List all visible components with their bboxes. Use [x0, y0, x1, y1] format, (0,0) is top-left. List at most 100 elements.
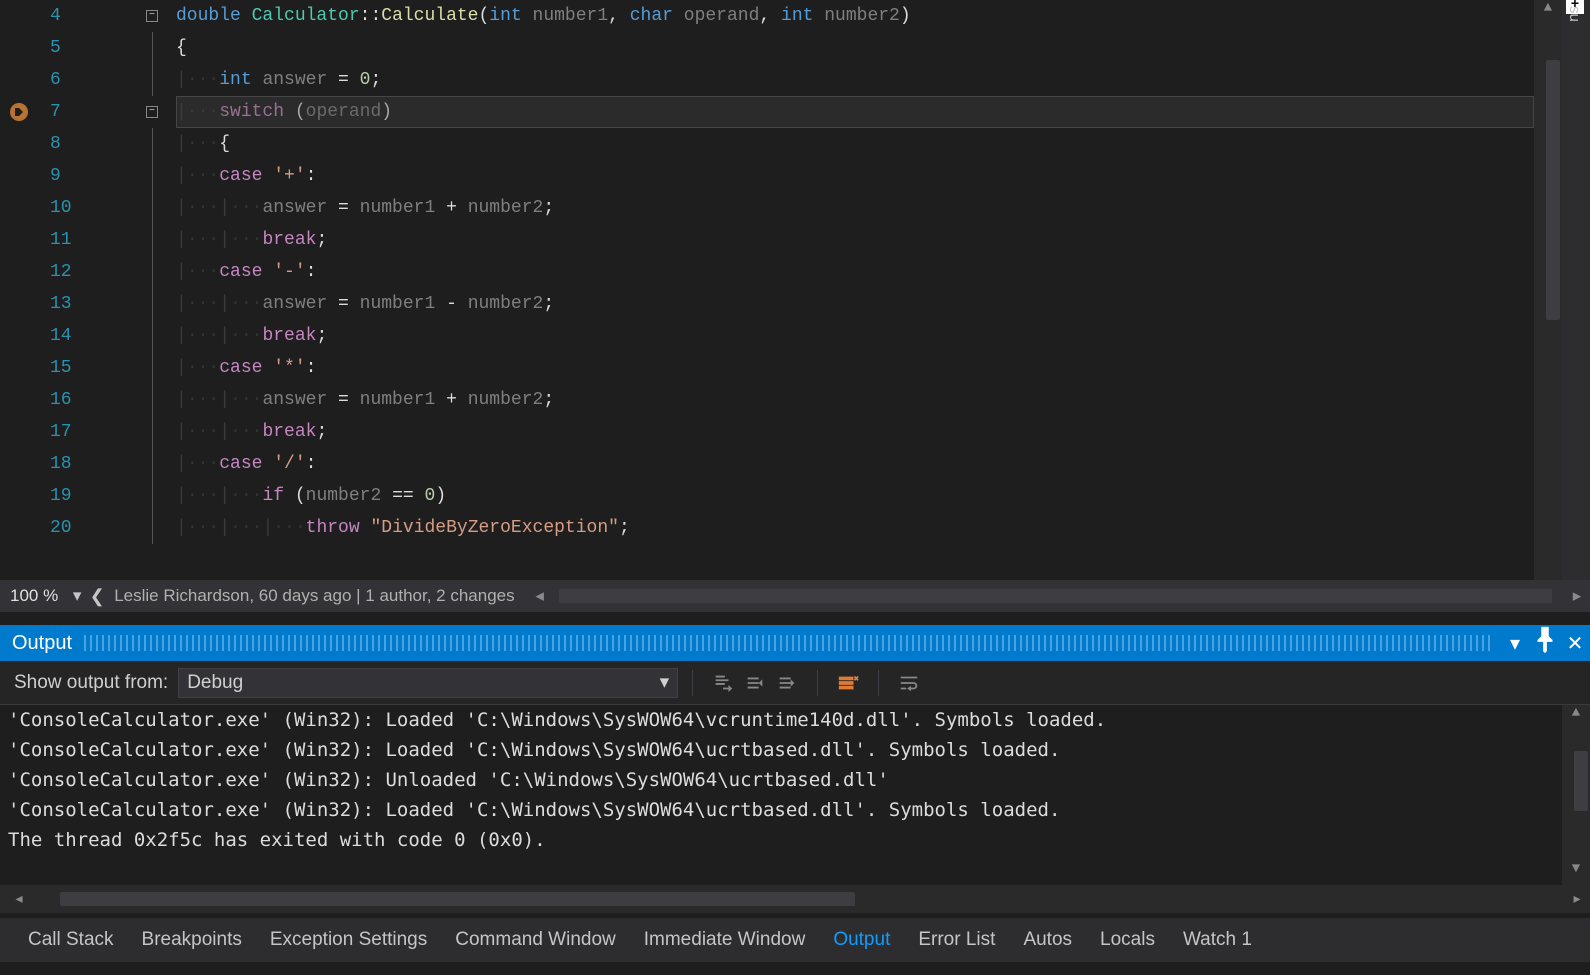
fold-guide: [152, 320, 153, 352]
hscroll-left-icon[interactable]: ◂: [527, 586, 553, 606]
fold-guide: [152, 128, 153, 160]
editor-horizontal-scrollbar[interactable]: [559, 589, 1552, 603]
scroll-thumb[interactable]: [1574, 751, 1588, 811]
previous-message-icon[interactable]: [739, 669, 771, 697]
fold-guide: [152, 448, 153, 480]
line-number-column[interactable]: 4567891011121314151617181920: [50, 0, 146, 580]
output-line[interactable]: 'ConsoleCalculator.exe' (Win32): Loaded …: [0, 735, 1590, 765]
line-number[interactable]: 8: [50, 128, 61, 160]
code-line[interactable]: |··· case '+':: [176, 160, 1534, 192]
code-line[interactable]: |···|··· if (number2 == 0): [176, 480, 1534, 512]
codelens-info[interactable]: Leslie Richardson, 60 days ago | 1 autho…: [108, 586, 520, 606]
zoom-dropdown-icon[interactable]: ▾: [68, 586, 86, 606]
line-number[interactable]: 18: [50, 448, 72, 480]
tool-tab-command-window[interactable]: Command Window: [441, 923, 630, 957]
scroll-up-arrow-icon[interactable]: ▲: [1534, 0, 1562, 24]
line-number[interactable]: 4: [50, 0, 61, 32]
hscroll-left-icon[interactable]: ◂: [6, 888, 32, 910]
bottom-tool-tabs: Call StackBreakpointsException SettingsC…: [0, 918, 1590, 962]
output-horizontal-scrollbar[interactable]: ◂ ▸: [0, 885, 1590, 913]
code-line[interactable]: double Calculator::Calculate(int number1…: [176, 0, 1534, 32]
code-line[interactable]: |··· int answer = 0;: [176, 64, 1534, 96]
scroll-thumb[interactable]: [60, 892, 855, 906]
code-fold-column[interactable]: −−: [146, 0, 176, 580]
breakpoint-gutter[interactable]: [0, 0, 50, 580]
code-line[interactable]: |··· case '/':: [176, 448, 1534, 480]
fold-collapse-icon[interactable]: −: [146, 10, 158, 22]
scroll-down-arrow-icon[interactable]: ▼: [1562, 861, 1590, 885]
line-number[interactable]: 9: [50, 160, 61, 192]
code-line[interactable]: |··· case '-':: [176, 256, 1534, 288]
clear-all-icon[interactable]: [832, 669, 864, 697]
code-line[interactable]: |··· {: [176, 128, 1534, 160]
output-line[interactable]: 'ConsoleCalculator.exe' (Win32): Unloade…: [0, 765, 1590, 795]
line-number[interactable]: 16: [50, 384, 72, 416]
line-number[interactable]: 12: [50, 256, 72, 288]
tool-tab-locals[interactable]: Locals: [1086, 923, 1169, 957]
code-editor[interactable]: 4567891011121314151617181920 −− double C…: [0, 0, 1590, 580]
next-message-icon[interactable]: [771, 669, 803, 697]
line-number[interactable]: 7: [50, 96, 61, 128]
line-number[interactable]: 10: [50, 192, 72, 224]
output-vertical-scrollbar[interactable]: ▲ ▼: [1562, 705, 1590, 885]
window-position-dropdown-icon[interactable]: ▾: [1500, 631, 1530, 656]
nav-back-icon[interactable]: ❮: [86, 586, 108, 607]
line-number[interactable]: 14: [50, 320, 72, 352]
fold-guide: [152, 416, 153, 448]
code-line[interactable]: |···|··· break;: [176, 416, 1534, 448]
line-number[interactable]: 17: [50, 416, 72, 448]
tool-tab-watch-1[interactable]: Watch 1: [1169, 923, 1266, 957]
output-line[interactable]: 'ConsoleCalculator.exe' (Win32): Loaded …: [0, 795, 1590, 825]
output-text-area[interactable]: 'ConsoleCalculator.exe' (Win32): Loaded …: [0, 705, 1590, 885]
toolbar-separator: [817, 670, 818, 696]
line-number[interactable]: 5: [50, 32, 61, 64]
line-number[interactable]: 19: [50, 480, 72, 512]
output-line[interactable]: The thread 0x2f5c has exited with code 0…: [0, 825, 1590, 855]
editor-vertical-scrollbar[interactable]: ▲: [1534, 0, 1562, 580]
code-line[interactable]: |···|···|··· throw "DivideByZeroExceptio…: [176, 512, 1534, 544]
output-panel-titlebar[interactable]: Output ▾ ✕: [0, 625, 1590, 661]
close-icon[interactable]: ✕: [1560, 631, 1590, 656]
line-number[interactable]: 13: [50, 288, 72, 320]
pin-icon[interactable]: [1530, 625, 1560, 661]
scroll-thumb[interactable]: [1546, 60, 1560, 320]
zoom-level[interactable]: 100 %: [0, 586, 68, 606]
hscroll-right-icon[interactable]: ▸: [1564, 586, 1590, 606]
output-source-dropdown[interactable]: Debug ▾: [178, 668, 678, 698]
scroll-up-arrow-icon[interactable]: ▲: [1562, 705, 1590, 729]
fold-collapse-icon[interactable]: −: [146, 106, 158, 118]
code-line[interactable]: |···|··· break;: [176, 320, 1534, 352]
fold-guide: [152, 288, 153, 320]
line-number[interactable]: 15: [50, 352, 72, 384]
tool-tab-error-list[interactable]: Error List: [904, 923, 1009, 957]
chevron-down-icon: ▾: [660, 671, 670, 694]
code-line[interactable]: |···|··· answer = number1 + number2;: [176, 192, 1534, 224]
tool-tab-output[interactable]: Output: [819, 923, 904, 957]
tool-tab-exception-settings[interactable]: Exception Settings: [256, 923, 441, 957]
tool-tab-immediate-window[interactable]: Immediate Window: [630, 923, 820, 957]
output-toolbar: Show output from: Debug ▾: [0, 661, 1590, 705]
code-text-area[interactable]: double Calculator::Calculate(int number1…: [176, 0, 1534, 580]
fold-guide: [152, 352, 153, 384]
hscroll-right-icon[interactable]: ▸: [1564, 888, 1590, 910]
tool-tab-breakpoints[interactable]: Breakpoints: [128, 923, 256, 957]
tool-tab-call-stack[interactable]: Call Stack: [14, 923, 128, 957]
fold-guide: [152, 384, 153, 416]
output-line[interactable]: 'ConsoleCalculator.exe' (Win32): Loaded …: [0, 705, 1590, 735]
tool-tab-autos[interactable]: Autos: [1009, 923, 1086, 957]
code-line[interactable]: |···|··· answer = number1 - number2;: [176, 288, 1534, 320]
fold-guide: [152, 480, 153, 512]
line-number[interactable]: 6: [50, 64, 61, 96]
line-number[interactable]: 20: [50, 512, 72, 544]
execution-pointer-icon[interactable]: [10, 103, 28, 121]
code-line[interactable]: |··· case '*':: [176, 352, 1534, 384]
line-number[interactable]: 11: [50, 224, 72, 256]
code-line[interactable]: |···|··· break;: [176, 224, 1534, 256]
code-line[interactable]: {: [176, 32, 1534, 64]
code-line[interactable]: |···|··· answer = number1 + number2;: [176, 384, 1534, 416]
collapsed-tool-tab[interactable]: + su: [1562, 0, 1590, 580]
goto-message-icon[interactable]: [707, 669, 739, 697]
code-line[interactable]: |··· switch (operand): [176, 96, 1534, 128]
panel-grip[interactable]: [84, 635, 1490, 651]
word-wrap-icon[interactable]: [893, 669, 925, 697]
